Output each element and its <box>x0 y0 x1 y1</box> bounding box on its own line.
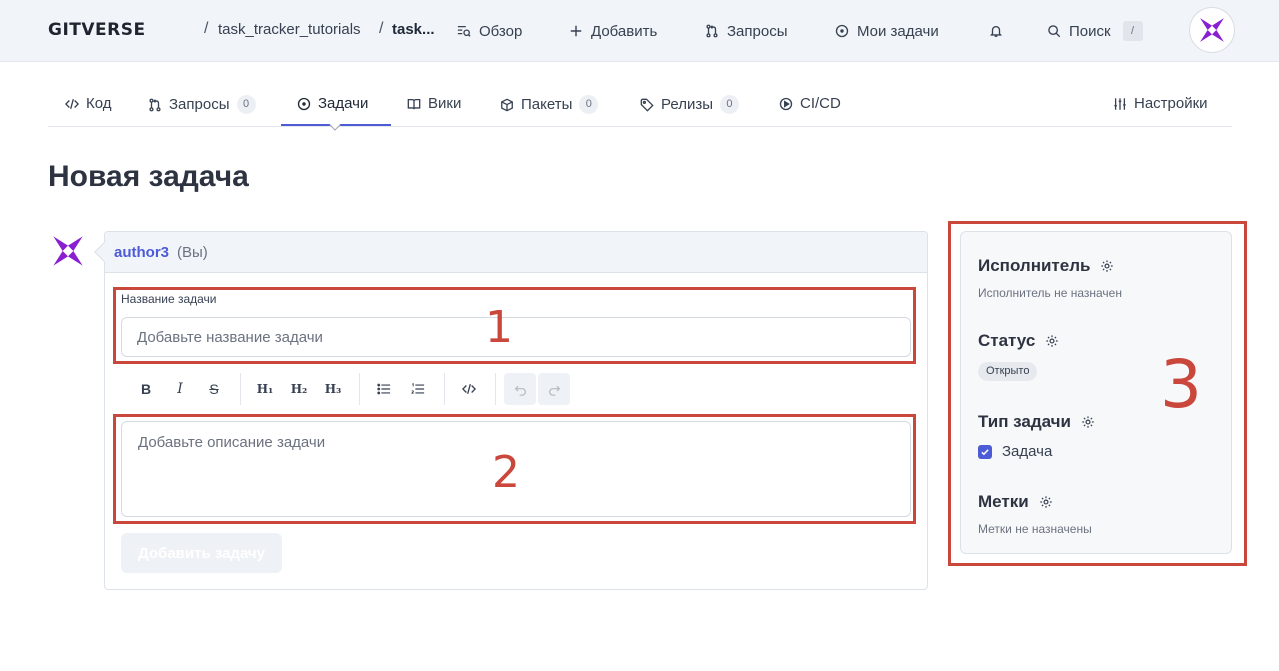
tab-pull-requests-label: Запросы <box>169 96 230 113</box>
undo-button[interactable] <box>504 373 536 405</box>
heading-1-button[interactable]: H₁ <box>249 373 281 405</box>
user-avatar[interactable] <box>1189 7 1235 53</box>
nav-pull-requests[interactable]: Запросы <box>705 19 788 43</box>
toolbar-divider <box>240 373 241 405</box>
tab-settings[interactable]: Настройки <box>1113 95 1208 112</box>
pull-request-icon <box>706 24 718 38</box>
bullet-list-button[interactable] <box>368 373 400 405</box>
italic-button[interactable]: I <box>164 373 196 405</box>
tab-releases-label: Релизы <box>661 96 713 113</box>
tab-ci-cd[interactable]: CI/CD <box>779 95 841 112</box>
tab-packages[interactable]: Пакеты 0 <box>500 95 599 114</box>
code-icon <box>462 384 476 394</box>
annotation-box-3 <box>948 221 1247 566</box>
active-tab-caret <box>329 119 341 131</box>
tab-issues-label: Задачи <box>318 95 369 112</box>
bell-icon <box>990 25 1002 37</box>
author-avatar-icon <box>53 236 83 266</box>
breadcrumb-owner[interactable]: task_tracker_tutorials <box>218 21 361 38</box>
tab-code-label: Код <box>86 95 112 112</box>
tab-packages-label: Пакеты <box>521 96 573 113</box>
issue-icon <box>297 97 311 110</box>
numbered-list-button[interactable] <box>402 373 434 405</box>
notifications-button[interactable] <box>989 19 1003 43</box>
tab-releases[interactable]: Релизы 0 <box>640 95 739 114</box>
plus-icon <box>570 25 582 37</box>
tab-code[interactable]: Код <box>65 95 112 112</box>
toolbar-divider <box>495 373 496 405</box>
nav-pull-requests-label: Запросы <box>727 22 788 40</box>
tab-releases-count: 0 <box>719 95 739 114</box>
strikethrough-button[interactable]: S <box>198 373 230 405</box>
nav-my-issues-label: Мои задачи <box>857 22 939 40</box>
search-button[interactable]: Поиск / <box>1047 19 1143 43</box>
book-icon <box>407 98 421 109</box>
heading-3-button[interactable]: H₃ <box>317 373 349 405</box>
settings-sliders-icon <box>1114 97 1126 110</box>
page-title: Новая задача <box>48 160 249 193</box>
nav-overview[interactable]: Обзор <box>457 19 522 43</box>
tab-packages-count: 0 <box>579 95 599 114</box>
tab-pull-requests-count: 0 <box>236 95 256 114</box>
submit-issue-button[interactable]: Добавить задачу <box>121 533 282 573</box>
tab-wiki-label: Вики <box>428 95 462 112</box>
tab-settings-label: Настройки <box>1134 95 1208 112</box>
nav-overview-label: Обзор <box>479 22 523 40</box>
tab-wiki[interactable]: Вики <box>407 95 461 112</box>
undo-icon <box>514 385 526 396</box>
bullet-list-icon <box>377 383 391 395</box>
search-label: Поиск <box>1069 22 1111 40</box>
tab-issues[interactable]: Задачи <box>297 95 368 112</box>
gitverse-logo[interactable]: GITVERSE <box>48 20 146 40</box>
code-block-button[interactable] <box>453 373 485 405</box>
numbered-list-icon <box>411 383 425 394</box>
form-header: author3 (Вы) <box>105 232 927 273</box>
breadcrumb-separator: / <box>379 20 384 37</box>
nav-my-issues[interactable]: Мои задачи <box>835 19 939 43</box>
search-icon <box>1048 25 1061 38</box>
annotation-number-3: 3 <box>1160 346 1202 423</box>
package-icon <box>501 98 513 111</box>
nav-add-label: Добавить <box>591 22 658 40</box>
nav-add[interactable]: Добавить <box>569 19 657 43</box>
toolbar-divider <box>359 373 360 405</box>
issue-icon <box>835 24 849 38</box>
author-you-label: (Вы) <box>177 243 208 261</box>
heading-2-button[interactable]: H₂ <box>283 373 315 405</box>
pull-request-icon <box>149 98 161 111</box>
editor-toolbar: B I S H₁ H₂ H₃ <box>130 372 572 406</box>
bold-button[interactable]: B <box>130 373 162 405</box>
user-avatar-icon <box>1200 18 1224 42</box>
play-icon <box>779 97 793 110</box>
annotation-number-1: 1 <box>485 302 513 353</box>
author-name-link[interactable]: author3 <box>114 244 169 261</box>
code-icon <box>65 98 79 109</box>
annotation-box-1 <box>113 287 916 364</box>
top-header: GITVERSE / task_tracker_tutorials / task… <box>0 0 1279 62</box>
tab-pull-requests[interactable]: Запросы 0 <box>148 95 256 114</box>
breadcrumb-repo[interactable]: task... <box>392 21 435 38</box>
redo-button[interactable] <box>538 373 570 405</box>
breadcrumb-separator: / <box>204 20 209 37</box>
repo-tabs: Код Запросы 0 Задачи Вики Пакеты 0 Релиз… <box>48 86 1232 131</box>
toolbar-divider <box>444 373 445 405</box>
tag-icon <box>640 98 654 112</box>
search-shortcut: / <box>1122 21 1143 41</box>
annotation-number-2: 2 <box>492 447 520 498</box>
tab-ci-cd-label: CI/CD <box>800 95 841 112</box>
redo-icon <box>548 385 560 396</box>
overview-icon <box>457 25 471 37</box>
